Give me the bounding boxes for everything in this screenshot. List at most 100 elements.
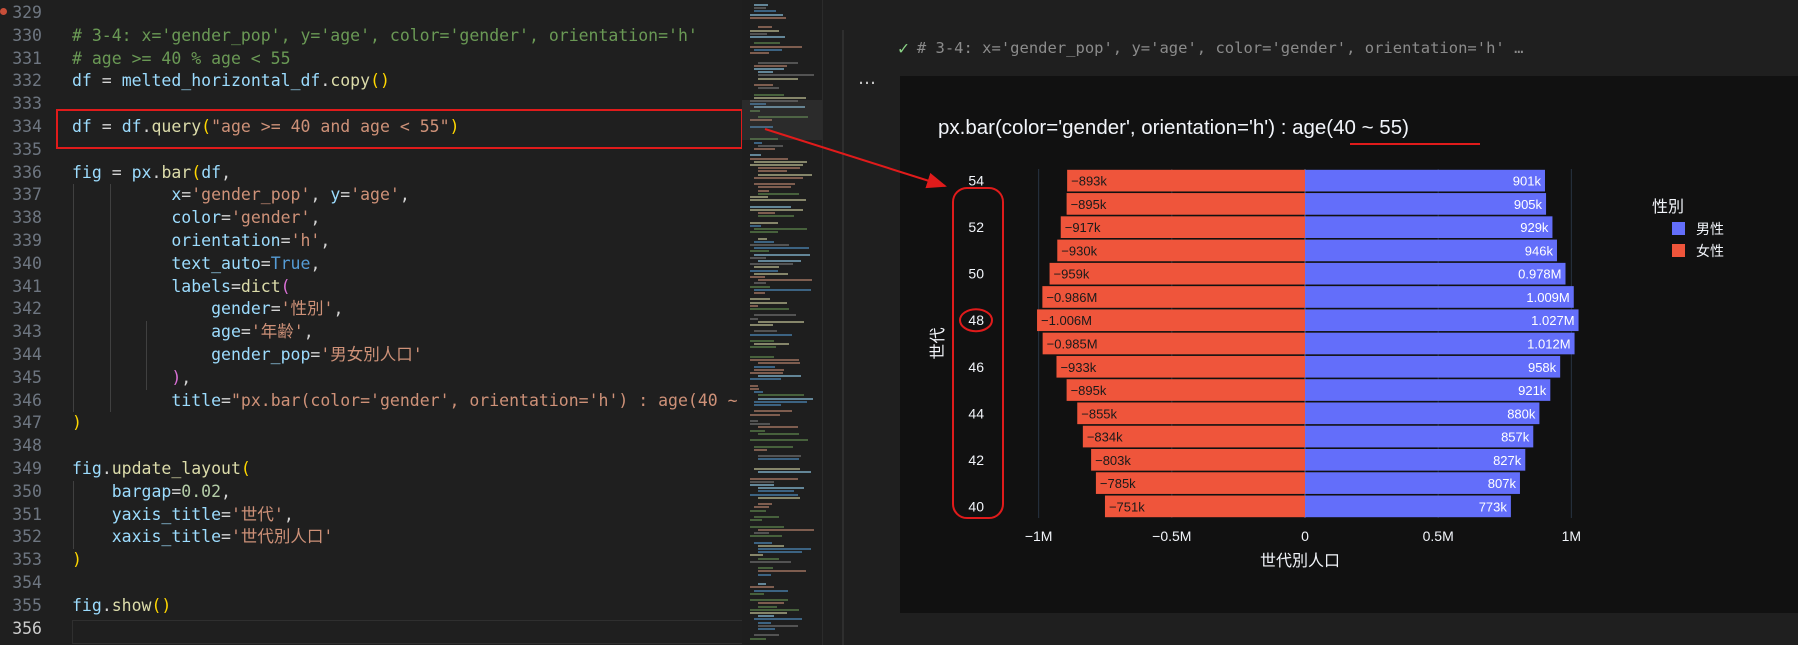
minimap-line bbox=[750, 356, 775, 358]
code-line[interactable]: 330 # 3-4: x='gender_pop', y='age', color… bbox=[0, 25, 742, 48]
minimap-line bbox=[750, 493, 799, 496]
code-token: # age >= 40 % age < 55 bbox=[72, 48, 291, 68]
minimap-line bbox=[758, 212, 775, 214]
minimap-line bbox=[750, 29, 779, 32]
code-token: = bbox=[240, 322, 251, 342]
code-line[interactable]: 355 fig.show() bbox=[0, 595, 742, 618]
legend[interactable]: 性別 男性女性 bbox=[1652, 197, 1724, 260]
code-line[interactable]: 339 orientation='h', bbox=[0, 230, 742, 253]
code-token: # 3-4: x='gender_pop', y='age', color='g… bbox=[72, 25, 698, 45]
code-token: = bbox=[340, 185, 351, 205]
bar-value-label: 929k bbox=[1520, 220, 1549, 235]
minimap-line bbox=[754, 445, 793, 448]
minimap-line bbox=[758, 471, 811, 474]
code-line[interactable]: 351 yaxis_title='世代', bbox=[0, 504, 742, 527]
cell-collapsed-header[interactable]: ✓ # 3-4: x='gender_pop', y='age', color=… bbox=[898, 36, 1523, 60]
minimap-line bbox=[754, 618, 803, 621]
minimap-line bbox=[754, 634, 779, 637]
minimap-line bbox=[750, 637, 766, 640]
annotation-age-oval bbox=[952, 187, 1004, 519]
plotly-figure[interactable]: px.bar(color='gender', orientation='h') … bbox=[900, 76, 1798, 613]
code-token: , bbox=[310, 185, 331, 205]
code-token: . bbox=[320, 71, 331, 91]
bar-male bbox=[1305, 425, 1534, 448]
code-token: , bbox=[181, 367, 192, 387]
more-actions-button[interactable]: … bbox=[858, 68, 876, 89]
code-line[interactable]: 332 df = melted_horizontal_df.copy() bbox=[0, 70, 742, 93]
current-line-highlight bbox=[72, 620, 744, 644]
bar-value-label: −1.006M bbox=[1041, 313, 1092, 328]
code-token: fig bbox=[72, 459, 102, 478]
code-line[interactable]: 340 text_auto=True, bbox=[0, 253, 742, 276]
editor-divider[interactable] bbox=[822, 0, 843, 645]
code-token: , bbox=[303, 322, 314, 342]
code-line[interactable]: 347) bbox=[0, 412, 742, 435]
code-line[interactable]: 337 x='gender_pop', y='age', bbox=[0, 184, 742, 207]
y-axis-title: 世代 bbox=[928, 327, 947, 359]
x-axis-title: 世代別人口 bbox=[1260, 551, 1340, 570]
code-token: = bbox=[270, 299, 281, 319]
code-token: text_auto bbox=[171, 253, 261, 273]
code-line[interactable]: 331 # age >= 40 % age < 55 bbox=[0, 48, 742, 71]
code-token: yaxis_title bbox=[111, 504, 222, 524]
code-line[interactable]: 336 fig = px.bar(df, bbox=[0, 162, 742, 185]
line-number: 345 bbox=[12, 367, 42, 387]
minimap-line bbox=[758, 615, 775, 618]
code-line[interactable]: 352 xaxis_title='世代別人口' bbox=[0, 526, 742, 549]
minimap-line bbox=[750, 250, 769, 253]
minimap-line bbox=[758, 192, 799, 195]
minimap-line bbox=[750, 535, 783, 538]
minimap-line bbox=[754, 42, 780, 45]
minimap-line bbox=[758, 583, 767, 586]
code-line[interactable]: 348 bbox=[0, 435, 742, 458]
indent-guide bbox=[110, 184, 111, 413]
minimap-line bbox=[754, 266, 779, 269]
minimap-line bbox=[758, 567, 773, 570]
code-line[interactable]: 342 gender='性別', bbox=[0, 298, 742, 321]
minimap-line bbox=[750, 519, 762, 522]
minimap-line bbox=[754, 448, 767, 451]
minimap-line bbox=[758, 528, 814, 531]
minimap-line bbox=[750, 480, 774, 483]
line-number: 343 bbox=[12, 322, 42, 342]
code-text: yaxis_title='世代', bbox=[72, 504, 294, 527]
code-line[interactable]: 346 title="px.bar(color='gender', orient… bbox=[0, 390, 787, 413]
code-line[interactable]: 349 fig.update_layout( bbox=[0, 458, 742, 481]
minimap-line bbox=[754, 468, 800, 470]
code-line[interactable]: 343 age='年齢', bbox=[0, 321, 742, 344]
code-line[interactable]: 345 ), bbox=[0, 367, 742, 390]
minimap-line bbox=[750, 263, 794, 266]
minimap-line bbox=[758, 490, 794, 493]
code-line[interactable]: 354 bbox=[0, 572, 742, 595]
code-line[interactable]: 338 color='gender', bbox=[0, 207, 742, 230]
code-line[interactable]: 353) bbox=[0, 549, 742, 572]
minimap-viewport[interactable] bbox=[742, 100, 822, 140]
code-token: , bbox=[320, 231, 331, 250]
bar-value-label: 946k bbox=[1525, 243, 1554, 258]
bar-male bbox=[1305, 193, 1547, 215]
code-token: '男女別人口' bbox=[320, 345, 423, 364]
code-line[interactable]: 329 bbox=[0, 2, 742, 25]
line-number: 347 bbox=[12, 413, 42, 433]
code-editor[interactable]: 329 330 # 3-4: x='gender_pop', y='age', co… bbox=[0, 0, 787, 645]
minimap-line bbox=[750, 221, 779, 224]
minimap-line bbox=[758, 605, 777, 608]
code-line[interactable]: 341 labels=dict( bbox=[0, 276, 742, 299]
minimap-line bbox=[750, 599, 788, 602]
code-line[interactable]: 344 gender_pop='男女別人口' bbox=[0, 344, 742, 367]
code-line[interactable]: 350 bargap=0.02, bbox=[0, 481, 742, 504]
minimap-line bbox=[758, 77, 798, 80]
minimap-line bbox=[750, 208, 804, 211]
minimap-line bbox=[754, 228, 807, 230]
minimap-line bbox=[750, 298, 771, 301]
line-number: 353 bbox=[12, 550, 42, 570]
bar-value-label: 857k bbox=[1501, 430, 1530, 445]
check-icon: ✓ bbox=[898, 37, 909, 59]
minimap-line bbox=[754, 589, 788, 592]
minimap[interactable] bbox=[742, 0, 822, 645]
minimap-line bbox=[758, 173, 812, 176]
